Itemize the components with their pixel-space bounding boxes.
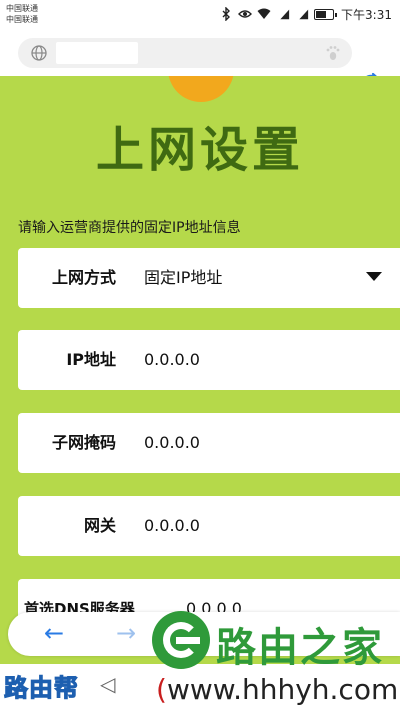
browser-address-bar [0, 30, 400, 94]
eye-icon [238, 7, 253, 21]
field-subnet-mask: 子网掩码 0.0.0.0 [18, 413, 400, 473]
url-field[interactable] [18, 38, 352, 68]
instruction-text: 请输入运营商提供的固定IP地址信息 [18, 220, 241, 236]
field-label: 上网方式 [51, 268, 116, 287]
gateway-input[interactable]: 0.0.0.0 [144, 496, 200, 556]
signal-2-icon [295, 7, 309, 21]
globe-icon [30, 44, 48, 62]
ip-address-input[interactable]: 0.0.0.0 [144, 330, 200, 390]
status-bar: 中国联通 中国联通 下午3:31 [0, 0, 400, 30]
status-icons: 下午3:31 [219, 6, 392, 22]
watermark-url: (www.hhhyh.com) [156, 673, 400, 706]
status-time: 下午3:31 [341, 7, 392, 22]
watermark-logo-icon [152, 611, 210, 669]
connection-type-select[interactable]: 固定IP地址 [144, 248, 222, 308]
field-ip-address: IP地址 0.0.0.0 [18, 330, 400, 390]
field-gateway: 网关 0.0.0.0 [18, 496, 400, 556]
bluetooth-icon [219, 7, 233, 21]
watermark-help-logo: 路由帮 [4, 674, 79, 703]
back-arrow-icon[interactable]: ← [44, 621, 64, 645]
forward-arrow-icon[interactable]: → [116, 621, 136, 645]
field-label: 网关 [83, 516, 116, 535]
carrier-name-1: 中国联通 [6, 4, 38, 13]
field-connection-type[interactable]: 上网方式 固定IP地址 [18, 248, 400, 308]
field-label: 子网掩码 [51, 433, 116, 452]
url-text[interactable] [56, 42, 138, 64]
watermark-brand: 路由之家 [216, 625, 384, 671]
back-triangle-icon[interactable]: ◁ [100, 672, 115, 696]
dropdown-arrow-icon[interactable] [366, 272, 382, 281]
decorative-circle [168, 76, 234, 102]
wifi-icon [257, 7, 271, 21]
footprint-icon[interactable] [324, 44, 342, 62]
subnet-mask-input[interactable]: 0.0.0.0 [144, 413, 200, 473]
field-label: IP地址 [66, 350, 116, 369]
carrier-name-2: 中国联通 [6, 15, 38, 24]
battery-icon [314, 8, 338, 20]
signal-1-icon [276, 7, 290, 21]
page-title: 上网设置 [95, 122, 304, 178]
